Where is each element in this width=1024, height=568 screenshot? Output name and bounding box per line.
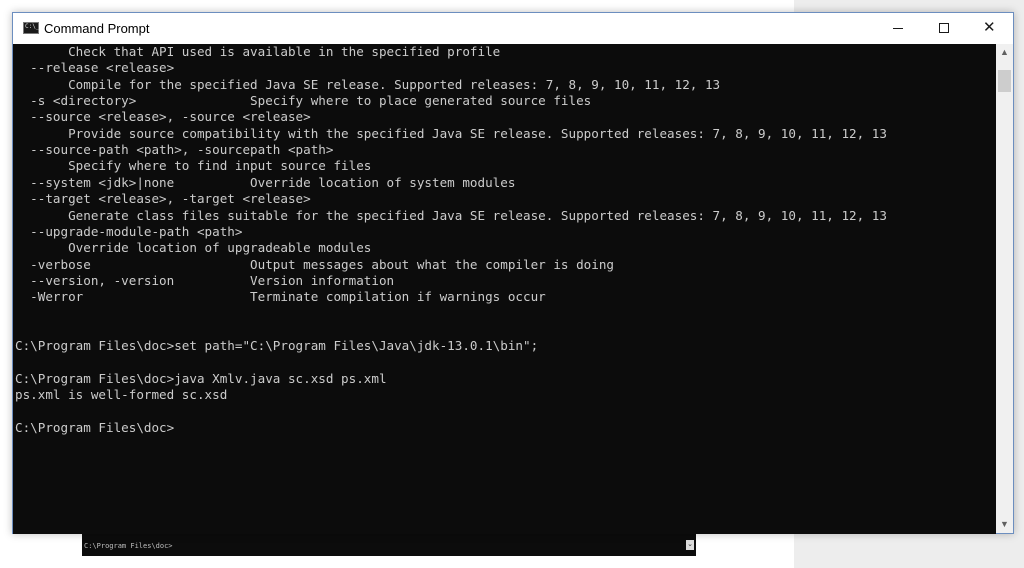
- console-line: ps.xml is well-formed sc.xsd: [15, 387, 228, 403]
- background-terminal-scroll-icon[interactable]: ⌄: [686, 540, 694, 550]
- console-line: --version, -version Version information: [15, 272, 395, 288]
- command-prompt-window[interactable]: C:\_ Command Prompt ✕ Check that API use…: [12, 12, 1014, 534]
- console-line: --source-path <path>, -sourcepath <path>: [15, 142, 334, 158]
- console-line: Compile for the specified Java SE releas…: [15, 76, 721, 92]
- console-line: -s <directory> Specify where to place ge…: [15, 93, 592, 109]
- console-line: -verbose Output messages about what the …: [15, 256, 614, 272]
- console-line: --upgrade-module-path <path>: [15, 223, 243, 239]
- close-icon: ✕: [983, 19, 996, 36]
- background-terminal-prompt: C:\Program Files\doc>: [84, 542, 173, 550]
- minimize-button[interactable]: [875, 13, 921, 44]
- console-line: --release <release>: [15, 60, 175, 76]
- maximize-button[interactable]: [921, 13, 967, 44]
- console-line: --source <release>, -source <release>: [15, 109, 311, 125]
- console-line: C:\Program Files\doc>java Xmlv.java sc.x…: [15, 371, 387, 386]
- minimize-icon: [893, 28, 903, 29]
- command-prompt-icon[interactable]: C:\_: [23, 22, 39, 34]
- console-line: Provide source compatibility with the sp…: [15, 125, 887, 141]
- console-prompt-line[interactable]: C:\Program Files\doc>: [15, 420, 174, 436]
- console-output[interactable]: Check that API used is available in the …: [13, 44, 996, 534]
- console-line: Specify where to find input source files: [15, 158, 372, 174]
- title-bar[interactable]: C:\_ Command Prompt ✕: [13, 13, 1013, 44]
- console-line: --system <jdk>|none Override location of…: [15, 174, 516, 190]
- console-line: Override location of upgradeable modules: [15, 240, 372, 256]
- scrollbar-thumb[interactable]: [998, 70, 1011, 92]
- vertical-scrollbar[interactable]: ▲ ▼: [996, 44, 1013, 533]
- command-prompt-icon-label: C:\_: [25, 23, 40, 30]
- close-button[interactable]: ✕: [967, 13, 1013, 44]
- console-line: Check that API used is available in the …: [15, 44, 501, 59]
- background-terminal-window[interactable]: C:\Program Files\doc> ⌄: [82, 533, 696, 556]
- maximize-icon: [939, 23, 949, 33]
- desktop-background-left: [0, 0, 12, 568]
- console-line: Generate class files suitable for the sp…: [15, 207, 887, 223]
- scroll-up-button[interactable]: ▲: [996, 44, 1013, 61]
- window-title: Command Prompt: [44, 21, 150, 36]
- console-line: C:\Program Files\doc>set path="C:\Progra…: [15, 338, 539, 354]
- console-line: --target <release>, -target <release>: [15, 191, 311, 207]
- console-line: -Werror Terminate compilation if warning…: [15, 289, 546, 305]
- scroll-down-button[interactable]: ▼: [996, 516, 1013, 533]
